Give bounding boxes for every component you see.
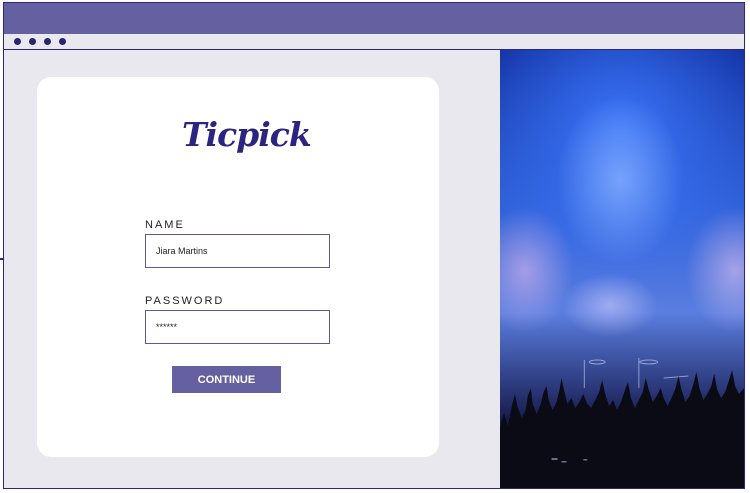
login-card: Ticpick NAME Jiara Martins PASSWORD ****… (37, 77, 439, 457)
continue-button[interactable]: CONTINUE (172, 366, 281, 393)
title-bar (4, 3, 744, 34)
window-dot-icon[interactable] (14, 38, 21, 45)
name-input[interactable]: Jiara Martins (145, 234, 330, 268)
window-toolbar (4, 34, 744, 50)
window-controls (14, 38, 66, 45)
concert-photo (500, 50, 744, 488)
window-dot-icon[interactable] (44, 38, 51, 45)
window-dot-icon[interactable] (29, 38, 36, 45)
browser-window: Ticpick NAME Jiara Martins PASSWORD ****… (3, 2, 745, 489)
name-label: NAME (145, 219, 185, 231)
page-content: Ticpick NAME Jiara Martins PASSWORD ****… (4, 50, 744, 488)
brand-logo: Ticpick (182, 115, 312, 154)
password-input[interactable]: ****** (145, 310, 330, 344)
password-label: PASSWORD (145, 295, 225, 307)
crowd-silhouette (500, 358, 744, 488)
window-dot-icon[interactable] (59, 38, 66, 45)
